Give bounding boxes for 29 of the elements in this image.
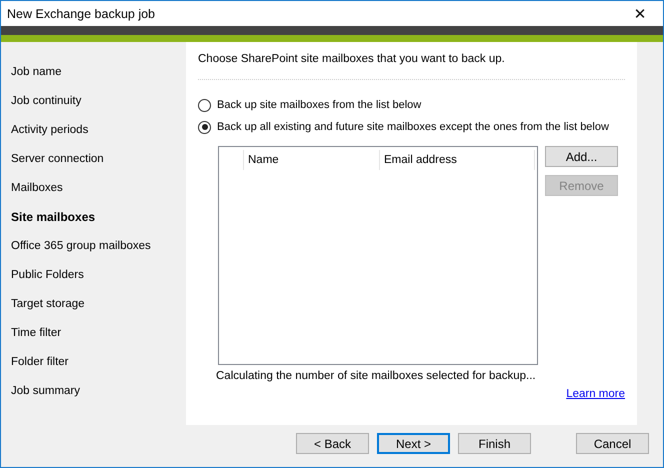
mailbox-list[interactable]: Name Email address: [218, 146, 538, 365]
sidebar-item[interactable]: Time filter: [1, 323, 186, 352]
sidebar-item[interactable]: Folder filter: [1, 352, 186, 381]
learn-more-link[interactable]: Learn more: [566, 388, 625, 400]
sidebar-item[interactable]: Target storage: [1, 294, 186, 323]
sidebar-item[interactable]: Server connection: [1, 149, 186, 178]
window-title: New Exchange backup job: [7, 6, 156, 20]
wizard-button[interactable]: < Back: [296, 433, 369, 454]
column-header[interactable]: Email address: [380, 150, 535, 170]
radio-label[interactable]: Back up site mailboxes from the list below: [217, 99, 422, 111]
wizard-button[interactable]: Finish: [458, 433, 531, 454]
page-heading: Choose SharePoint site mailboxes that you want to back up.: [198, 53, 506, 67]
column-header[interactable]: Name: [244, 150, 380, 170]
sidebar-item[interactable]: Public Folders: [1, 265, 186, 294]
add-button[interactable]: Add...: [545, 146, 618, 167]
sidebar-item[interactable]: Activity periods: [1, 120, 186, 149]
radio-label[interactable]: Back up all existing and future site mailboxes except the ones from the list below: [217, 121, 609, 133]
radio-button[interactable]: [198, 98, 211, 112]
sidebar-item[interactable]: Job summary: [1, 381, 186, 410]
sidebar-item[interactable]: Office 365 group mailboxes: [1, 236, 186, 265]
sidebar-item[interactable]: Site mailboxes: [1, 207, 186, 236]
wizard-button[interactable]: Next >: [377, 433, 450, 454]
sidebar-item[interactable]: Mailboxes: [1, 178, 186, 207]
sidebar-item[interactable]: Job name: [1, 62, 186, 91]
status-text: Calculating the number of site mailboxes selected for backup...: [216, 370, 537, 382]
wizard-button[interactable]: Cancel: [576, 433, 649, 454]
close-button[interactable]: ✕: [617, 1, 663, 26]
sidebar-item[interactable]: Job continuity: [1, 91, 186, 120]
radio-button[interactable]: [198, 120, 211, 134]
